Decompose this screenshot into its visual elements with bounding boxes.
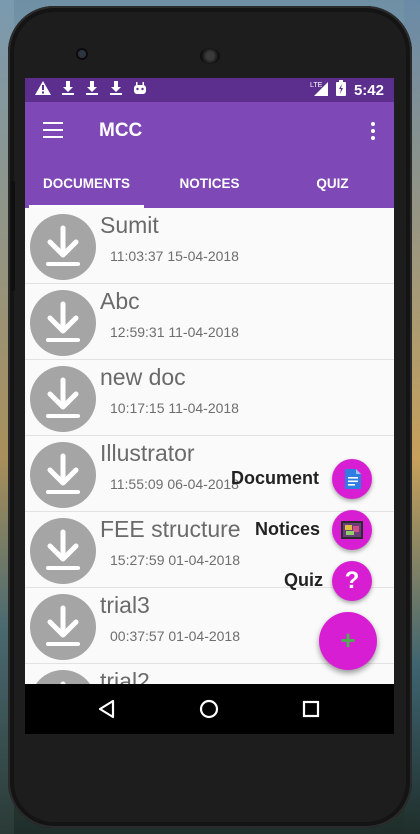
list-item[interactable]: Sumit 11:03:37 15-04-2018 [25, 208, 394, 284]
document-name: FEE structure [100, 516, 241, 542]
recents-icon[interactable] [302, 700, 320, 723]
document-name: Sumit [100, 212, 159, 238]
fab-quiz-label[interactable]: Quiz [284, 570, 323, 591]
download-icon[interactable] [30, 442, 96, 508]
earpiece-speaker [200, 48, 220, 64]
document-name: trial3 [100, 592, 150, 618]
document-name: Abc [100, 288, 140, 314]
plus-icon: + [340, 625, 356, 655]
tab-quiz[interactable]: QUIZ [271, 160, 394, 208]
system-nav-bar [25, 684, 394, 734]
document-name: new doc [100, 364, 186, 390]
download-icon[interactable] [30, 594, 96, 660]
download-icon[interactable] [30, 214, 96, 280]
menu-icon[interactable] [43, 122, 63, 138]
download-icon [61, 80, 75, 100]
notice-board-icon [332, 521, 372, 554]
front-camera [78, 50, 86, 58]
svg-text:LTE: LTE [310, 82, 323, 89]
app-screen: LTE 5:42 MCC DOCUMENTS NOTICES QUIZ Sumi… [25, 78, 394, 734]
document-date: 11:03:37 15-04-2018 [110, 248, 239, 264]
document-date: 10:17:15 11-04-2018 [110, 400, 239, 416]
fab-document-button[interactable] [332, 459, 372, 499]
side-button [11, 181, 15, 291]
tab-documents[interactable]: DOCUMENTS [25, 160, 148, 208]
fab-notices-label[interactable]: Notices [255, 519, 320, 540]
download-icon[interactable] [30, 366, 96, 432]
main-fab-button[interactable]: + [319, 612, 377, 670]
tab-notices[interactable]: NOTICES [148, 160, 271, 208]
fab-quiz-button[interactable]: ? [332, 561, 372, 601]
battery-icon [335, 79, 346, 101]
document-date: 11:55:09 06-04-2018 [110, 476, 239, 492]
fab-notices-button[interactable] [332, 510, 372, 550]
back-icon[interactable] [97, 699, 115, 724]
tab-bar: DOCUMENTS NOTICES QUIZ [25, 160, 394, 208]
download-icon[interactable] [30, 290, 96, 356]
alert-icon [35, 80, 51, 100]
signal-icon: LTE [310, 80, 328, 101]
download-icon[interactable] [30, 518, 96, 584]
app-bar: MCC [25, 102, 394, 160]
document-date: 12:59:31 11-04-2018 [110, 324, 239, 340]
overflow-menu-icon[interactable] [370, 122, 376, 140]
android-icon [133, 81, 147, 100]
download-icon [109, 80, 123, 100]
document-name: Illustrator [100, 440, 195, 466]
download-icon [85, 80, 99, 100]
home-icon[interactable] [198, 698, 220, 725]
document-date: 15:27:59 01-04-2018 [110, 552, 240, 568]
document-date: 00:37:57 01-04-2018 [110, 628, 240, 644]
fab-document-label[interactable]: Document [231, 468, 319, 489]
list-item[interactable]: new doc 10:17:15 11-04-2018 [25, 360, 394, 436]
list-item[interactable]: Abc 12:59:31 11-04-2018 [25, 284, 394, 360]
status-bar: LTE 5:42 [25, 78, 394, 102]
app-title: MCC [99, 120, 143, 141]
document-icon [332, 469, 372, 503]
question-mark-icon: ? [344, 567, 360, 594]
status-time: 5:42 [353, 81, 384, 99]
